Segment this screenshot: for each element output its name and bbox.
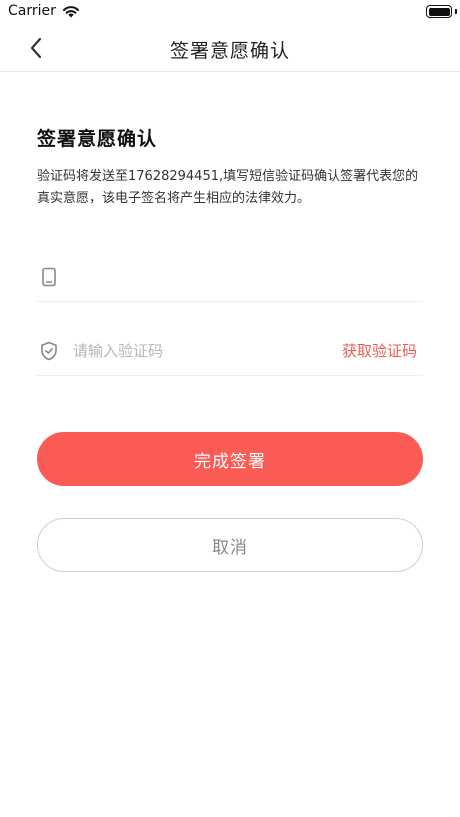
wifi-icon xyxy=(62,4,80,18)
shield-icon xyxy=(39,341,59,361)
signing-confirmation-screen: Carrier 签署意愿确认 签署意愿确认 验证码将发送至17628294451… xyxy=(0,0,460,817)
phone-field xyxy=(37,252,423,302)
battery-level xyxy=(428,7,450,16)
phone-icon xyxy=(39,267,59,287)
carrier-info: Carrier xyxy=(8,3,80,19)
nav-title: 签署意愿确认 xyxy=(169,40,290,62)
battery-icon xyxy=(426,5,452,18)
battery-tip xyxy=(455,9,457,14)
verification-code-input[interactable] xyxy=(73,330,342,371)
verification-code-field: 获取验证码 xyxy=(37,326,423,376)
phone-input[interactable] xyxy=(73,256,423,297)
navigation-bar: 签署意愿确认 xyxy=(0,24,460,72)
cancel-button[interactable]: 取消 xyxy=(37,518,423,572)
get-code-button[interactable]: 获取验证码 xyxy=(342,340,417,361)
page-heading: 签署意愿确认 xyxy=(37,128,158,150)
signing-description: 验证码将发送至17628294451,填写短信验证码确认签署代表您的真实意愿，该… xyxy=(37,169,419,206)
status-bar: Carrier xyxy=(0,0,460,24)
complete-signing-button[interactable]: 完成签署 xyxy=(37,432,423,486)
carrier-label: Carrier xyxy=(8,3,56,19)
